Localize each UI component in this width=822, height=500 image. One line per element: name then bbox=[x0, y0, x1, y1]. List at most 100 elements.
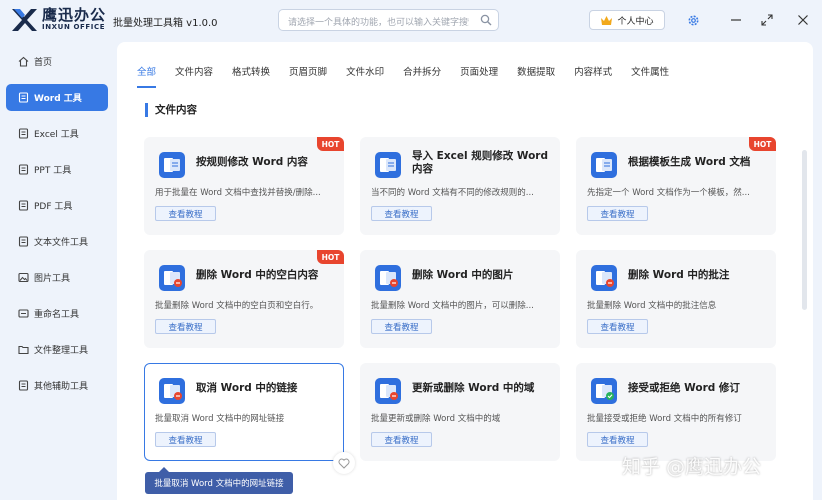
card-title: 导入 Excel 规则修改 Word 内容 bbox=[412, 150, 548, 175]
card-tooltip: 批量取消 Word 文档中的网址链接 bbox=[145, 467, 293, 494]
card-title: 删除 Word 中的空白内容 bbox=[196, 269, 319, 281]
tool-card[interactable]: 删除 Word 中的批注 批量删除 Word 文档中的批注信息 查看教程 bbox=[576, 250, 776, 348]
sidebar-item-ppt[interactable]: PPT 工具 bbox=[6, 156, 108, 183]
hot-badge: HOT bbox=[317, 137, 344, 151]
app-title: 批量处理工具箱 v1.0.0 bbox=[113, 18, 218, 29]
section-title: 文件内容 bbox=[145, 103, 197, 117]
word-delete-icon bbox=[159, 265, 185, 291]
sidebar-item-excel[interactable]: Excel 工具 bbox=[6, 120, 108, 147]
sidebar-item-other-tools[interactable]: 其他辅助工具 bbox=[6, 372, 108, 399]
tool-card[interactable]: 更新或删除 Word 中的域 批量更新或删除 Word 文档中的域 查看教程 bbox=[360, 363, 560, 461]
sidebar-item-pdf[interactable]: PDF 工具 bbox=[6, 192, 108, 219]
tools-icon bbox=[17, 380, 29, 392]
app-logo-icon bbox=[12, 9, 37, 31]
brand-logo-text: 鹰迅办公 INXUN OFFICE bbox=[42, 7, 106, 32]
sidebar-item-label: Excel 工具 bbox=[34, 130, 79, 140]
tab-file-properties[interactable]: 文件属性 bbox=[631, 64, 669, 82]
tab-page-process[interactable]: 页面处理 bbox=[460, 64, 498, 82]
card-description: 当不同的 Word 文档有不同的修改规则的... bbox=[371, 188, 534, 198]
view-tutorial-button[interactable]: 查看教程 bbox=[155, 319, 216, 334]
tab-watermark[interactable]: 文件水印 bbox=[346, 64, 384, 82]
rename-icon bbox=[17, 308, 29, 320]
view-tutorial-button[interactable]: 查看教程 bbox=[371, 206, 432, 221]
brand-name-en: INXUN OFFICE bbox=[42, 23, 106, 31]
sidebar: 首页 Word 工具 Excel 工具 PPT 工具 PDF 工具 文本文件工具… bbox=[0, 40, 115, 500]
sidebar-item-label: PPT 工具 bbox=[34, 166, 72, 176]
tool-card[interactable]: 删除 Word 中的空白内容 批量删除 Word 文档中的空白页和空白行。 查看… bbox=[144, 250, 344, 348]
card-title: 更新或删除 Word 中的域 bbox=[412, 382, 535, 394]
sidebar-item-home[interactable]: 首页 bbox=[6, 48, 108, 75]
word-edit-icon bbox=[159, 152, 185, 178]
excel-word-icon bbox=[375, 152, 401, 178]
maximize-button[interactable] bbox=[757, 10, 777, 30]
scrollbar[interactable] bbox=[802, 150, 807, 310]
sidebar-item-label: 重命名工具 bbox=[34, 310, 80, 320]
tool-card[interactable]: 取消 Word 中的链接 批量取消 Word 文档中的网址链接 查看教程 bbox=[144, 363, 355, 474]
sidebar-item-label: 文件整理工具 bbox=[34, 346, 89, 356]
card-title: 接受或拒绝 Word 修订 bbox=[628, 382, 740, 394]
ppt-icon bbox=[17, 164, 29, 176]
tab-header-footer[interactable]: 页眉页脚 bbox=[289, 64, 327, 82]
image-icon bbox=[17, 272, 29, 284]
user-center-button[interactable]: 个人中心 bbox=[589, 10, 665, 30]
close-icon bbox=[798, 15, 808, 25]
sidebar-item-label: Word 工具 bbox=[34, 94, 82, 104]
view-tutorial-button[interactable]: 查看教程 bbox=[587, 319, 648, 334]
brand-name-cn: 鹰迅办公 bbox=[42, 6, 107, 24]
tool-card[interactable]: 接受或拒绝 Word 修订 批量接受或拒绝 Word 文档中的所有修订 查看教程 bbox=[576, 363, 776, 461]
word-delete-icon bbox=[375, 265, 401, 291]
heart-icon bbox=[338, 458, 350, 469]
expand-icon bbox=[761, 14, 773, 26]
tab-merge-split[interactable]: 合并拆分 bbox=[403, 64, 441, 82]
card-title: 删除 Word 中的批注 bbox=[628, 269, 730, 281]
settings-button[interactable] bbox=[683, 10, 703, 30]
tab-content-style[interactable]: 内容样式 bbox=[574, 64, 612, 82]
card-description: 批量更新或删除 Word 文档中的域 bbox=[371, 414, 501, 424]
view-tutorial-button[interactable]: 查看教程 bbox=[587, 206, 648, 221]
view-tutorial-button[interactable]: 查看教程 bbox=[587, 432, 648, 447]
folder-icon bbox=[17, 344, 29, 356]
tab-file-content[interactable]: 文件内容 bbox=[175, 64, 213, 82]
card-description: 先指定一个 Word 文档作为一个模板，然... bbox=[587, 188, 750, 198]
search-box[interactable] bbox=[278, 9, 499, 33]
tab-data-extract[interactable]: 数据提取 bbox=[517, 64, 555, 82]
word-template-icon bbox=[591, 152, 617, 178]
title-bar: 鹰迅办公 INXUN OFFICE 批量处理工具箱 v1.0.0 个人中心 bbox=[0, 0, 822, 40]
word-delete-icon bbox=[375, 378, 401, 404]
sidebar-item-label: PDF 工具 bbox=[34, 202, 73, 212]
home-icon bbox=[17, 56, 29, 68]
card-title: 删除 Word 中的图片 bbox=[412, 269, 514, 281]
card-description: 批量删除 Word 文档中的批注信息 bbox=[587, 301, 717, 311]
view-tutorial-button[interactable]: 查看教程 bbox=[371, 432, 432, 447]
sidebar-item-word[interactable]: Word 工具 bbox=[6, 84, 108, 111]
sidebar-item-image[interactable]: 图片工具 bbox=[6, 264, 108, 291]
sidebar-item-label: 首页 bbox=[34, 58, 53, 68]
tool-card[interactable]: 删除 Word 中的图片 批量删除 Word 文档中的图片，可以删除... 查看… bbox=[360, 250, 560, 348]
card-title: 根据模板生成 Word 文档 bbox=[628, 156, 751, 168]
tool-card[interactable]: 根据模板生成 Word 文档 先指定一个 Word 文档作为一个模板，然... … bbox=[576, 137, 776, 235]
card-title: 按规则修改 Word 内容 bbox=[196, 156, 308, 168]
card-description: 批量删除 Word 文档中的图片，可以删除... bbox=[371, 301, 534, 311]
tab-format-convert[interactable]: 格式转换 bbox=[232, 64, 270, 82]
card-description: 用于批量在 Word 文档中查找并替换/删除... bbox=[155, 188, 321, 198]
view-tutorial-button[interactable]: 查看教程 bbox=[155, 206, 216, 221]
sidebar-item-text-file[interactable]: 文本文件工具 bbox=[6, 228, 108, 255]
word-delete-icon bbox=[591, 265, 617, 291]
minimize-icon bbox=[731, 19, 741, 21]
minimize-button[interactable] bbox=[726, 10, 746, 30]
hot-badge: HOT bbox=[317, 250, 344, 264]
sidebar-item-file-organize[interactable]: 文件整理工具 bbox=[6, 336, 108, 363]
tool-card[interactable]: 导入 Excel 规则修改 Word 内容 当不同的 Word 文档有不同的修改… bbox=[360, 137, 560, 235]
close-button[interactable] bbox=[793, 10, 813, 30]
favorite-button[interactable] bbox=[333, 452, 355, 474]
tab-all[interactable]: 全部 bbox=[137, 64, 157, 88]
word-delete-icon bbox=[159, 378, 185, 404]
search-icon[interactable] bbox=[480, 14, 492, 26]
view-tutorial-button[interactable]: 查看教程 bbox=[155, 432, 216, 447]
sidebar-item-rename[interactable]: 重命名工具 bbox=[6, 300, 108, 327]
sidebar-item-label: 图片工具 bbox=[34, 274, 71, 284]
tool-card[interactable]: 按规则修改 Word 内容 用于批量在 Word 文档中查找并替换/删除... … bbox=[144, 137, 344, 235]
word-accept-icon bbox=[591, 378, 617, 404]
search-input[interactable] bbox=[279, 13, 469, 33]
view-tutorial-button[interactable]: 查看教程 bbox=[371, 319, 432, 334]
